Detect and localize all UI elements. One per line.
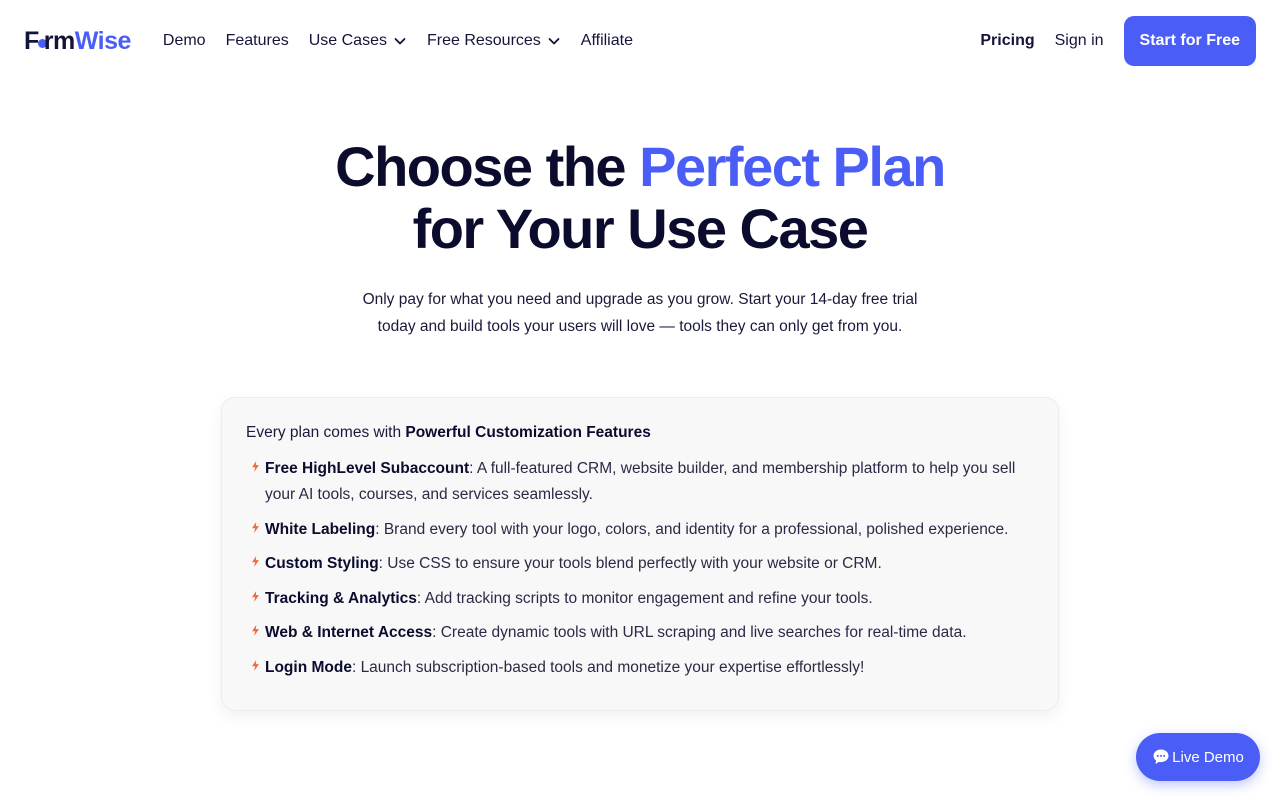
feature-item: White Labeling: Brand every tool with yo… (246, 517, 1034, 543)
feature-title: Login Mode (265, 658, 352, 676)
chevron-down-icon (394, 38, 406, 45)
nav-right: Pricing Sign in Start for Free (980, 16, 1256, 66)
feature-desc: : Use CSS to ensure your tools blend per… (378, 555, 882, 572)
nav-pricing-link[interactable]: Pricing (980, 32, 1034, 50)
nav-item-label: Use Cases (308, 32, 387, 49)
title-accent: Perfect Plan (639, 135, 946, 198)
feature-item: Free HighLevel Subaccount: A full-featur… (246, 456, 1034, 508)
title-line1-text: Choose the (335, 135, 640, 198)
feature-desc: : Create dynamic tools with URL scraping… (432, 624, 967, 641)
nav-item-demo[interactable]: Demo (163, 32, 206, 50)
card-intro: Every plan comes with (246, 424, 406, 441)
top-nav: F rm Wise Demo Features Use Cases Free R… (0, 0, 1280, 82)
nav-item-label: Affiliate (580, 32, 633, 49)
title-line2: for Your Use Case (412, 197, 869, 260)
lightning-bolt-icon (252, 521, 259, 533)
nav-item-features[interactable]: Features (226, 32, 289, 50)
logo-text-rm: rm (43, 26, 75, 55)
logo-text-wise: Wise (74, 26, 132, 55)
sign-in-link[interactable]: Sign in (1055, 32, 1104, 50)
card-intro-bold: Powerful Customization Features (405, 424, 651, 441)
chevron-down-icon (548, 38, 560, 45)
formwise-logo[interactable]: F rm Wise (24, 27, 131, 56)
features-card: Every plan comes with Powerful Customiza… (221, 397, 1059, 711)
nav-item-free-resources[interactable]: Free Resources (427, 32, 561, 50)
feature-desc: : Brand every tool with your logo, color… (375, 520, 1009, 538)
nav-item-affiliate[interactable]: Affiliate (581, 32, 633, 50)
features-card-heading: Every plan comes with Powerful Customiza… (246, 424, 1034, 442)
nav-item-label: Features (225, 32, 289, 49)
chat-bubble-icon (1153, 749, 1169, 764)
feature-title: White Labeling (265, 520, 376, 538)
feature-item: Login Mode: Launch subscription-based to… (246, 655, 1034, 681)
logo-text-f: F (24, 26, 39, 55)
hero-subtitle: Only pay for what you need and upgrade a… (340, 286, 940, 340)
nav-item-label: Demo (162, 32, 206, 49)
feature-title: Tracking & Analytics (265, 589, 417, 607)
lightning-bolt-icon (252, 556, 259, 567)
feature-item: Web & Internet Access: Create dynamic to… (246, 620, 1034, 646)
feature-title: Web & Internet Access (265, 624, 433, 641)
feature-desc: : Launch subscription-based tools and mo… (351, 658, 865, 676)
lightning-bolt-icon (252, 625, 259, 636)
feature-title: Free HighLevel Subaccount (265, 460, 470, 477)
feature-desc: : Add tracking scripts to monitor engage… (416, 589, 873, 607)
start-for-free-button[interactable]: Start for Free (1123, 16, 1256, 66)
nav-item-label: Free Resources (426, 32, 541, 49)
subtitle-line1: Only pay for what you need and upgrade a… (362, 291, 918, 308)
page-title: Choose the Perfect Plan for Your Use Cas… (0, 136, 1280, 260)
lightning-bolt-icon (252, 461, 259, 472)
feature-item: Custom Styling: Use CSS to ensure your t… (246, 551, 1034, 577)
lightning-bolt-icon (252, 590, 259, 602)
nav-links: Demo Features Use Cases Free Resources A… (163, 32, 633, 50)
hero: Choose the Perfect Plan for Your Use Cas… (0, 136, 1280, 260)
feature-item: Tracking & Analytics: Add tracking scrip… (246, 586, 1034, 612)
nav-item-use-cases[interactable]: Use Cases (309, 32, 407, 50)
feature-title: Custom Styling (265, 555, 379, 572)
live-demo-label: Live Demo (1172, 748, 1244, 766)
lightning-bolt-icon (252, 659, 259, 671)
subtitle-line2: today and build tools your users will lo… (377, 318, 903, 335)
live-demo-button[interactable]: Live Demo (1136, 733, 1260, 781)
